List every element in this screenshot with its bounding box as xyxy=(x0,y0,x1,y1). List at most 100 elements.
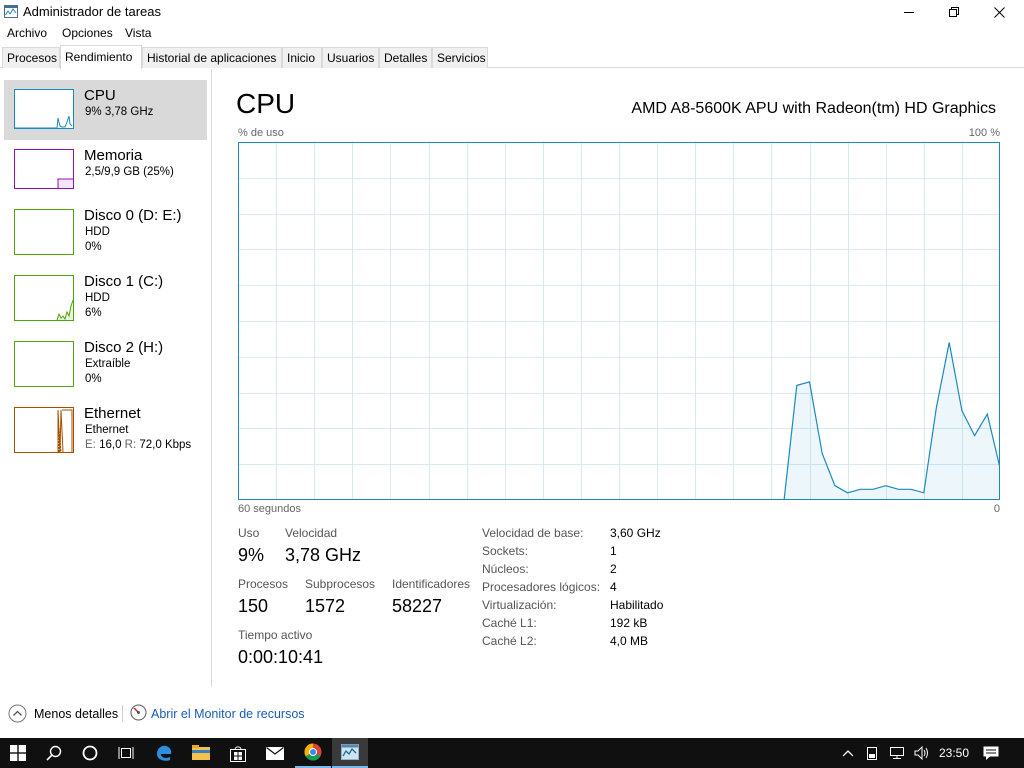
page-title: CPU xyxy=(236,88,296,119)
task-view-icon xyxy=(118,747,134,759)
sidebar-disco0-name: Disco 0 (D: E:) xyxy=(84,207,182,224)
sidebar-disco2-type: Extraíble xyxy=(85,358,131,370)
sidebar-disco0-type: HDD xyxy=(85,226,110,238)
spec-virtualization-value: Habilitado xyxy=(610,598,664,612)
edge-button[interactable] xyxy=(146,738,182,768)
chrome-button[interactable] xyxy=(295,738,331,768)
tray-device-button[interactable] xyxy=(862,738,882,768)
title-bar: Administrador de tareas xyxy=(0,0,1024,24)
task-manager-icon xyxy=(341,744,359,760)
minimize-button[interactable] xyxy=(886,0,932,24)
sidebar-disco2-usage: 0% xyxy=(85,373,102,385)
volume-icon xyxy=(914,746,928,760)
store-icon xyxy=(230,745,246,762)
task-manager-app-icon xyxy=(4,5,18,18)
file-explorer-button[interactable] xyxy=(183,738,219,768)
tab-historial[interactable]: Historial de aplicaciones xyxy=(142,47,282,68)
menu-opciones[interactable]: Opciones xyxy=(62,26,113,40)
start-button[interactable] xyxy=(0,738,36,768)
cortana-button[interactable] xyxy=(72,738,108,768)
y-axis-max-label: 100 % xyxy=(968,127,1000,139)
ethernet-receive-value: 72,0 Kbps xyxy=(139,439,192,451)
taskbar: 23:50 xyxy=(0,738,1024,768)
sidebar-item-disco-1[interactable]: Disco 1 (C:) HDD 6% xyxy=(4,266,207,326)
open-resource-monitor-link[interactable]: Abrir el Monitor de recursos xyxy=(151,707,305,721)
close-button[interactable] xyxy=(976,0,1022,24)
spec-l1-value: 192 kB xyxy=(610,616,648,630)
tray-volume-button[interactable] xyxy=(911,738,933,768)
stat-velocidad-value: 3,78 GHz xyxy=(285,545,362,565)
sidebar-disco0-usage: 0% xyxy=(85,241,102,253)
stat-tiempo-label: Tiempo activo xyxy=(238,628,313,642)
chrome-icon xyxy=(304,743,322,761)
store-button[interactable] xyxy=(220,738,256,768)
spec-l2-value: 4,0 MB xyxy=(610,634,649,648)
mail-icon xyxy=(266,746,284,760)
tray-network-button[interactable] xyxy=(886,738,908,768)
file-explorer-icon xyxy=(192,745,210,760)
tab-detalles[interactable]: Detalles xyxy=(379,47,432,68)
menu-vista[interactable]: Vista xyxy=(125,26,151,40)
x-axis-label: 60 segundos xyxy=(238,503,301,515)
sidebar-ethernet-adapter: Ethernet xyxy=(85,424,129,436)
spec-logical-value: 4 xyxy=(610,580,617,594)
spec-l1-label: Caché L1: xyxy=(482,616,537,630)
tab-servicios[interactable]: Servicios xyxy=(432,47,488,68)
search-icon xyxy=(46,745,62,761)
disk2-thumbnail-graph xyxy=(14,341,74,387)
task-manager-taskbar-button[interactable] xyxy=(332,738,368,768)
cortana-icon xyxy=(82,745,98,761)
sidebar-item-memoria[interactable]: Memoria 2,5/9,9 GB (25%) xyxy=(4,140,207,200)
chevron-up-circle-icon[interactable] xyxy=(8,704,27,723)
ethernet-thumbnail-graph xyxy=(14,407,74,453)
sidebar-item-ethernet[interactable]: Ethernet Ethernet E: 16,0 R: 72,0 Kbps xyxy=(4,398,207,458)
disk1-thumbnail-graph xyxy=(14,275,74,321)
taskbar-clock[interactable]: 23:50 xyxy=(939,746,969,760)
chevron-up-icon xyxy=(842,750,854,757)
tab-rendimiento[interactable]: Rendimiento xyxy=(60,45,142,69)
x-axis-min-label: 0 xyxy=(993,503,1000,515)
sidebar-item-disco-2[interactable]: Disco 2 (H:) Extraíble 0% xyxy=(4,332,207,392)
sidebar-disco1-type: HDD xyxy=(85,292,110,304)
resource-monitor-icon[interactable] xyxy=(130,704,147,721)
stat-tiempo-value: 0:00:10:41 xyxy=(238,647,324,667)
tab-usuarios[interactable]: Usuarios xyxy=(322,47,379,68)
action-center-button[interactable] xyxy=(978,738,1004,768)
notification-icon xyxy=(983,746,999,760)
mail-button[interactable] xyxy=(257,738,293,768)
stat-uso-value: 9% xyxy=(238,545,265,565)
search-button[interactable] xyxy=(36,738,72,768)
sidebar-cpu-usage: 9% 3,78 GHz xyxy=(85,106,154,118)
menu-archivo[interactable]: Archivo xyxy=(7,26,47,40)
memory-thumbnail-graph xyxy=(14,149,74,189)
tab-procesos[interactable]: Procesos xyxy=(2,47,60,68)
sidebar-disco2-name: Disco 2 (H:) xyxy=(84,339,164,356)
stat-velocidad-label: Velocidad xyxy=(285,526,338,540)
graph-grid xyxy=(238,142,1000,500)
stat-uso-label: Uso xyxy=(238,526,260,540)
stat-procesos-label: Procesos xyxy=(238,577,289,591)
less-details-button[interactable]: Menos detalles xyxy=(34,707,118,721)
restore-button[interactable] xyxy=(931,0,977,24)
edge-icon xyxy=(157,745,172,761)
show-hidden-icons-button[interactable] xyxy=(838,738,858,768)
sidebar-ethernet-name: Ethernet xyxy=(84,405,141,422)
footer-divider xyxy=(122,705,123,722)
close-icon xyxy=(993,6,1005,18)
spec-l2-label: Caché L2: xyxy=(482,634,537,648)
stat-subprocesos-value: 1572 xyxy=(305,596,346,616)
spec-sockets-label: Sockets: xyxy=(482,544,529,558)
sidebar-memoria-name: Memoria xyxy=(84,147,143,164)
tab-inicio[interactable]: Inicio xyxy=(282,47,322,68)
spec-logical-label: Procesadores lógicos: xyxy=(482,580,601,594)
task-view-button[interactable] xyxy=(108,738,144,768)
resource-sidebar: CPU 9% 3,78 GHz Memoria 2,5/9,9 GB (25%)… xyxy=(0,69,212,687)
sidebar-item-cpu[interactable]: CPU 9% 3,78 GHz xyxy=(4,80,207,140)
ethernet-send-value: 16,0 xyxy=(99,439,122,451)
sidebar-ethernet-throughput: E: 16,0 R: 72,0 Kbps xyxy=(85,439,191,451)
windows-start-icon xyxy=(10,745,26,761)
spec-cores-value: 2 xyxy=(610,562,617,576)
sidebar-item-disco-0[interactable]: Disco 0 (D: E:) HDD 0% xyxy=(4,200,207,260)
disk0-thumbnail-graph xyxy=(14,209,74,255)
spec-virtualization-label: Virtualización: xyxy=(482,598,557,612)
